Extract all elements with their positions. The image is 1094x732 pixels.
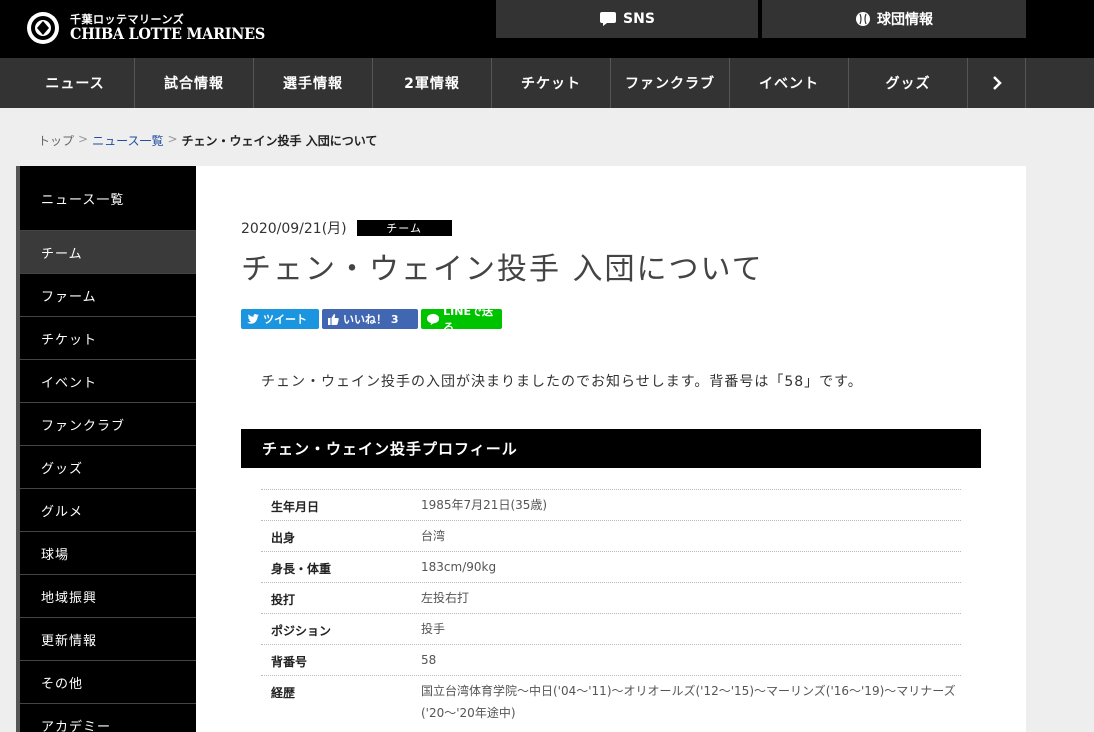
profile-key: 身長・体重 bbox=[271, 562, 332, 576]
sidebar-item-farm[interactable]: ファーム bbox=[20, 273, 196, 316]
profile-row: 身長・体重 183cm/90kg bbox=[261, 551, 961, 582]
sns-button[interactable]: SNS bbox=[496, 0, 758, 38]
sidebar-item-team[interactable]: チーム bbox=[20, 230, 196, 273]
profile-heading: チェン・ウェイン投手プロフィール bbox=[241, 429, 981, 468]
sidebar-item-events[interactable]: イベント bbox=[20, 359, 196, 402]
nav-item-events[interactable]: イベント bbox=[730, 58, 849, 108]
breadcrumb-top[interactable]: トップ bbox=[38, 132, 74, 149]
article-meta: 2020/09/21(月) チーム bbox=[241, 218, 452, 238]
tweet-button[interactable]: ツイート bbox=[241, 309, 319, 329]
brand-name-en[interactable]: CHIBA LOTTE MARINES bbox=[70, 24, 265, 43]
twitter-bird-icon bbox=[247, 314, 259, 324]
profile-key: 投打 bbox=[271, 593, 296, 607]
profile-value: 183cm/90kg bbox=[421, 560, 497, 574]
profile-key: 出身 bbox=[271, 531, 296, 545]
line-share-button[interactable]: LINEで送る bbox=[421, 305, 502, 334]
breadcrumb: トップ > ニュース一覧 > チェン・ウェイン投手 入団について bbox=[38, 132, 377, 149]
like-button[interactable]: いいね！ 3 bbox=[322, 309, 418, 329]
profile-row: ポジション 投手 bbox=[261, 613, 961, 644]
article-title: チェン・ウェイン投手 入団について bbox=[241, 252, 764, 287]
news-sidebar: ニュース一覧 チーム ファーム チケット イベント ファンクラブ グッズ グルメ… bbox=[16, 166, 196, 732]
sns-label: SNS bbox=[623, 11, 655, 27]
profile-row: 背番号 58 bbox=[261, 644, 961, 675]
breadcrumb-current: チェン・ウェイン投手 入団について bbox=[181, 134, 378, 148]
breadcrumb-separator: > bbox=[78, 132, 89, 146]
sidebar-item-stadium[interactable]: 球場 bbox=[20, 531, 196, 574]
line-icon bbox=[427, 313, 440, 325]
sidebar-item-fanclub[interactable]: ファンクラブ bbox=[20, 402, 196, 445]
profile-row: 生年月日 1985年7月21日(35歳) bbox=[261, 489, 961, 520]
breadcrumb-separator: > bbox=[167, 132, 178, 146]
main-nav: ニュース 試合情報 選手情報 2軍情報 チケット ファンクラブ イベント グッズ bbox=[0, 58, 1094, 108]
team-info-label: 球団情報 bbox=[877, 12, 933, 28]
nav-item-games[interactable]: 試合情報 bbox=[135, 58, 254, 108]
sidebar-item-other[interactable]: その他 bbox=[20, 660, 196, 703]
article-lead: チェン・ウェイン投手の入団が決まりましたのでお知らせします。背番号は「58」です… bbox=[261, 374, 863, 390]
profile-key: ポジション bbox=[271, 624, 332, 638]
profile-value: 台湾 bbox=[421, 529, 446, 543]
profile-value: 58 bbox=[421, 653, 437, 667]
nav-item-farm[interactable]: 2軍情報 bbox=[373, 58, 492, 108]
sidebar-item-tickets[interactable]: チケット bbox=[20, 316, 196, 359]
category-badge: チーム bbox=[356, 220, 452, 236]
profile-value: 投手 bbox=[421, 622, 446, 636]
profile-key: 背番号 bbox=[271, 655, 308, 669]
nav-more-button[interactable] bbox=[968, 58, 1026, 108]
profile-row: 投打 左投右打 bbox=[261, 582, 961, 613]
sidebar-item-academy[interactable]: アカデミー bbox=[20, 703, 196, 732]
profile-table: 生年月日 1985年7月21日(35歳) 出身 台湾 身長・体重 183cm/9… bbox=[261, 489, 961, 724]
nav-item-goods[interactable]: グッズ bbox=[849, 58, 968, 108]
chat-bubble-icon bbox=[600, 12, 617, 26]
thumbs-up-icon bbox=[328, 313, 339, 325]
share-buttons: ツイート いいね！ 3 LINEで送る bbox=[241, 305, 502, 334]
marines-logo-icon[interactable] bbox=[26, 9, 60, 47]
like-label: いいね！ 3 bbox=[343, 313, 399, 326]
profile-key: 生年月日 bbox=[271, 500, 320, 514]
profile-value: 1985年7月21日(35歳) bbox=[421, 498, 548, 512]
top-header: 千葉ロッテマリーンズ CHIBA LOTTE MARINES SNS 球団情報 bbox=[0, 0, 1094, 58]
sidebar-item-updates[interactable]: 更新情報 bbox=[20, 617, 196, 660]
nav-item-fanclub[interactable]: ファンクラブ bbox=[611, 58, 730, 108]
sidebar-item-gourmet[interactable]: グルメ bbox=[20, 488, 196, 531]
nav-item-players[interactable]: 選手情報 bbox=[254, 58, 373, 108]
tweet-label: ツイート bbox=[263, 313, 307, 326]
breadcrumb-news[interactable]: ニュース一覧 bbox=[92, 132, 163, 149]
profile-value: 左投右打 bbox=[421, 591, 470, 605]
baseball-icon bbox=[856, 12, 870, 26]
sidebar-item-goods[interactable]: グッズ bbox=[20, 445, 196, 488]
sidebar-item-community[interactable]: 地域振興 bbox=[20, 574, 196, 617]
profile-row: 出身 台湾 bbox=[261, 520, 961, 551]
chevron-right-icon bbox=[992, 76, 1002, 90]
article-date: 2020/09/21(月) bbox=[241, 221, 347, 237]
profile-key: 経歴 bbox=[271, 686, 296, 700]
nav-item-news[interactable]: ニュース bbox=[16, 58, 135, 108]
article-panel: 2020/09/21(月) チーム チェン・ウェイン投手 入団について ツイート… bbox=[196, 166, 1026, 732]
sidebar-heading[interactable]: ニュース一覧 bbox=[20, 166, 196, 230]
team-info-button[interactable]: 球団情報 bbox=[762, 0, 1026, 38]
line-share-label: LINEで送る bbox=[443, 305, 493, 334]
nav-item-tickets[interactable]: チケット bbox=[492, 58, 611, 108]
profile-row: 経歴 国立台湾体育学院～中日('04～'11)～オリオールズ('12～'15)～… bbox=[261, 675, 961, 724]
profile-value: 国立台湾体育学院～中日('04～'11)～オリオールズ('12～'15)～マーリ… bbox=[421, 684, 956, 720]
